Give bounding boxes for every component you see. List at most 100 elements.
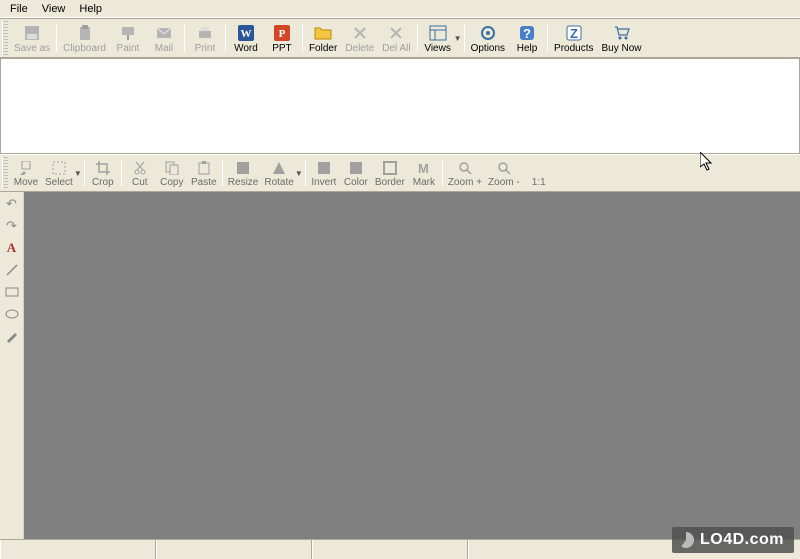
ppt-label: PPT [272,43,291,54]
color-button[interactable]: Color [340,157,372,189]
crop-label: Crop [92,177,114,188]
zoom-in-button[interactable]: Zoom + [445,157,485,189]
cut-button[interactable]: Cut [124,157,156,189]
undo-icon[interactable]: ↶ [4,196,20,212]
mail-icon [155,24,173,42]
select-button[interactable]: Select [42,157,76,189]
word-label: Word [234,43,258,54]
mark-button[interactable]: M Mark [408,157,440,189]
clipboard-button[interactable]: Clipboard [59,21,110,55]
clipboard-label: Clipboard [63,43,106,54]
toolbar-separator [184,24,185,52]
zoom-fit-icon [531,160,547,176]
paint-button[interactable]: Paint [110,21,146,55]
text-tool-icon[interactable]: A [4,240,20,256]
border-icon [382,160,398,176]
menu-file[interactable]: File [4,2,34,16]
options-button[interactable]: Options [467,21,509,55]
folder-label: Folder [309,43,337,54]
toolbar-grip[interactable] [2,21,8,55]
toolbar-grip[interactable] [2,157,8,189]
move-button[interactable]: Move [10,157,42,189]
resize-label: Resize [228,177,259,188]
paste-button[interactable]: Paste [188,157,220,189]
pencil-tool-icon[interactable] [4,328,20,344]
zoom-fit-label: 1:1 [532,177,546,188]
invert-button[interactable]: Invert [308,157,340,189]
folder-icon [314,24,332,42]
help-icon: ? [518,24,536,42]
status-cell [0,540,156,559]
gear-icon [479,24,497,42]
copy-button[interactable]: Copy [156,157,188,189]
redo-icon[interactable]: ↷ [4,218,20,234]
resize-icon [235,160,251,176]
toolbar-separator [547,24,548,52]
clipboard-icon [76,24,94,42]
help-button[interactable]: ? Help [509,21,545,55]
rotate-dropdown-arrow[interactable]: ▼ [295,157,303,189]
ellipse-tool-icon[interactable] [4,306,20,322]
delete-all-icon [387,24,405,42]
svg-text:P: P [279,28,286,40]
line-tool-icon[interactable] [4,262,20,278]
folder-button[interactable]: Folder [305,21,341,55]
views-button[interactable]: Views [420,21,456,55]
menu-view[interactable]: View [36,2,72,16]
menu-help[interactable]: Help [73,2,108,16]
paint-label: Paint [117,43,140,54]
mail-label: Mail [155,43,173,54]
copy-icon [164,160,180,176]
svg-text:Z: Z [570,26,578,41]
word-button[interactable]: W Word [228,21,264,55]
delete-all-button[interactable]: Del All [378,21,414,55]
toolbar-separator [222,160,223,186]
save-as-button[interactable]: Save as [10,21,54,55]
paste-label: Paste [191,177,217,188]
products-button[interactable]: Z Products [550,21,597,55]
mark-icon: M [416,160,432,176]
resize-button[interactable]: Resize [225,157,262,189]
word-icon: W [237,24,255,42]
move-icon [18,160,34,176]
main-toolbar: Save as Clipboard Paint Mail Print W Wor… [0,18,800,58]
zoom-out-button[interactable]: Zoom - [485,157,523,189]
ppt-button[interactable]: P PPT [264,21,300,55]
mail-button[interactable]: Mail [146,21,182,55]
status-cell [156,540,312,559]
move-label: Move [14,177,38,188]
save-icon [23,24,41,42]
copy-label: Copy [160,177,183,188]
delete-all-label: Del All [382,43,410,54]
cart-icon [613,24,631,42]
print-button[interactable]: Print [187,21,223,55]
zoom-out-icon [496,160,512,176]
products-label: Products [554,43,593,54]
thumbnail-gallery[interactable] [0,58,800,154]
border-button[interactable]: Border [372,157,408,189]
buy-now-button[interactable]: Buy Now [598,21,646,55]
views-label: Views [424,43,451,54]
rect-tool-icon[interactable] [4,284,20,300]
toolbar-separator [225,24,226,52]
zoom-in-icon [457,160,473,176]
views-dropdown-arrow[interactable]: ▼ [454,21,462,55]
paste-icon [196,160,212,176]
rotate-button[interactable]: Rotate [261,157,296,189]
print-label: Print [195,43,216,54]
editor-toolbar: Move Select ▼ Crop Cut Copy Paste Resize… [0,154,800,192]
crop-button[interactable]: Crop [87,157,119,189]
cut-icon [132,160,148,176]
products-icon: Z [565,24,583,42]
invert-icon [316,160,332,176]
delete-button[interactable]: Delete [341,21,378,55]
mark-label: Mark [413,177,435,188]
delete-icon [351,24,369,42]
canvas-area[interactable] [24,192,800,539]
zoom-fit-button[interactable]: 1:1 [523,157,555,189]
toolbar-separator [56,24,57,52]
invert-label: Invert [311,177,336,188]
toolbar-separator [305,160,306,186]
toolbar-separator [121,160,122,186]
select-dropdown-arrow[interactable]: ▼ [74,157,82,189]
